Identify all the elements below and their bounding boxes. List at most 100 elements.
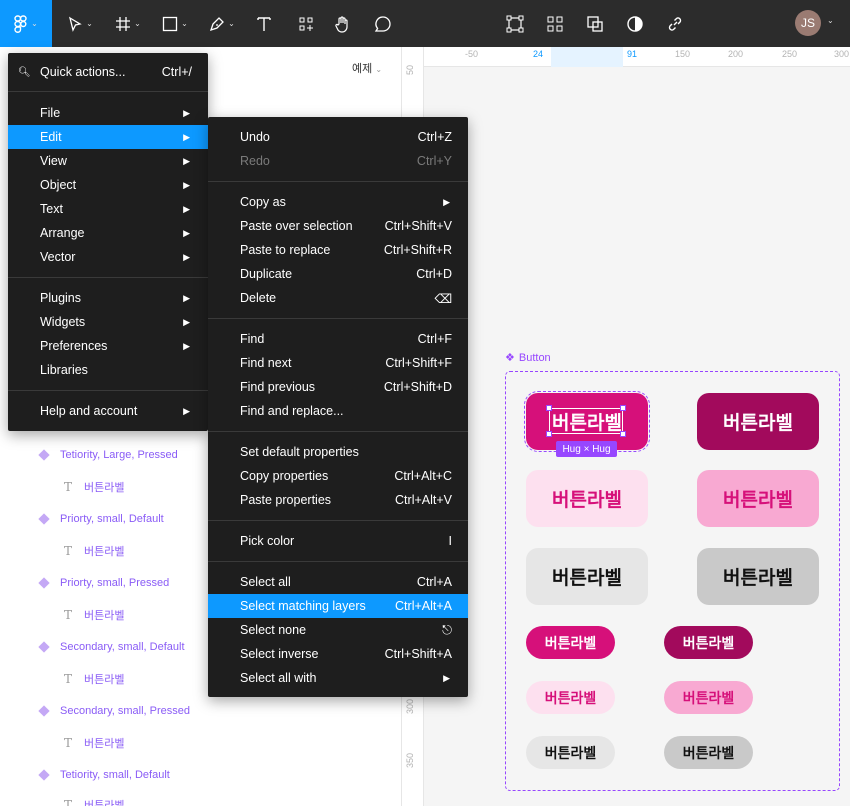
resize-handle[interactable] [546,405,552,411]
chevron-right-icon: ▶ [183,227,190,238]
menu-item-file[interactable]: File ▶ [8,101,208,125]
menu-item-widgets[interactable]: Widgets ▶ [8,310,208,334]
button-label: 버튼라벨 [544,635,597,652]
link-button[interactable] [663,0,687,47]
chevron-down-icon[interactable]: ⌄ [827,16,834,25]
menu-item-shortcut: Ctrl+Alt+V [395,493,452,507]
menu-item-label: Copy properties [240,469,329,483]
menu-item-find-previous[interactable]: Find previous Ctrl+Shift+D [208,375,468,399]
layer-row-component[interactable]: Tetiority, small, Default [38,765,170,785]
text-tool-button[interactable] [252,0,276,47]
button-tertiary-small-pressed[interactable]: 버튼라벨 [664,736,753,769]
menu-item-copy-as[interactable]: Copy as ▶ [208,190,468,214]
resize-handle[interactable] [620,431,626,437]
menu-item-shortcut: Ctrl+A [416,575,452,589]
button-tertiary-small-default[interactable]: 버튼라벨 [526,736,615,769]
chevron-right-icon: ▶ [183,131,190,142]
layer-label: 버튼라벨 [84,610,125,622]
button-primary-small-default[interactable]: 버튼라벨 [526,626,615,659]
menu-item-label: Widgets [40,315,86,329]
menu-item-text[interactable]: Text ▶ [8,197,208,221]
menu-item-undo[interactable]: Undo Ctrl+Z [208,125,468,149]
resources-button[interactable] [294,0,318,47]
mask-button[interactable] [583,0,607,47]
menu-item-preferences[interactable]: Preferences ▶ [8,334,208,358]
menu-item-set-default-properties[interactable]: Set default properties [208,440,468,464]
menu-item-select-inverse[interactable]: Select inverse Ctrl+Shift+A [208,642,468,666]
menu-item-plugins[interactable]: Plugins ▶ [8,286,208,310]
quick-actions-item[interactable]: 🔍︎ Quick actions... Ctrl+/ [8,60,208,84]
backspace-icon: ⌫ [434,291,452,306]
menu-item-select-all[interactable]: Select all Ctrl+A [208,570,468,594]
menu-item-edit[interactable]: Edit ▶ [8,125,208,149]
chevron-right-icon: ▶ [183,251,190,262]
menu-item-redo[interactable]: Redo Ctrl+Y [208,149,468,173]
menu-item-shortcut: Ctrl+F [417,332,452,346]
menu-item-find-next[interactable]: Find next Ctrl+Shift+F [208,351,468,375]
layer-row-component[interactable]: Secondary, small, Pressed [38,701,190,721]
escape-icon: ⎋ [442,622,452,637]
button-primary-large-pressed[interactable]: 버튼라벨 [697,393,819,450]
resize-handle[interactable] [546,431,552,437]
menu-item-vector[interactable]: Vector ▶ [8,245,208,269]
frame-tool-button[interactable]: ⌄ [108,0,148,47]
menu-item-libraries[interactable]: Libraries [8,358,208,382]
shape-tool-button[interactable]: ⌄ [155,0,195,47]
avatar[interactable]: JS [795,10,821,36]
menu-item-label: Libraries [40,363,88,377]
menu-item-pick-color[interactable]: Pick color I [208,529,468,553]
boolean-button[interactable] [623,0,647,47]
menu-item-select-none[interactable]: Select none ⎋ [208,618,468,642]
button-tertiary-large-default[interactable]: 버튼라벨 [526,548,648,605]
resize-button[interactable] [503,0,527,47]
layer-row-text[interactable]: T 버튼라벨 [64,669,125,689]
main-menu-button[interactable]: ⌄ [0,0,52,47]
button-tertiary-large-pressed[interactable]: 버튼라벨 [697,548,819,605]
contrast-icon [627,15,643,32]
menu-item-find[interactable]: Find Ctrl+F [208,327,468,351]
menu-item-select-matching-layers[interactable]: Select matching layers Ctrl+Alt+A [208,594,468,618]
layer-row-text[interactable]: T 버튼라벨 [64,605,125,625]
menu-item-paste-to-replace[interactable]: Paste to replace Ctrl+Shift+R [208,238,468,262]
component-set-label[interactable]: ❖ Button [505,351,551,365]
component-icon [547,16,563,31]
button-secondary-small-pressed[interactable]: 버튼라벨 [664,681,753,714]
button-primary-small-pressed[interactable]: 버튼라벨 [664,626,753,659]
button-secondary-large-default[interactable]: 버튼라벨 [526,470,648,527]
button-secondary-small-default[interactable]: 버튼라벨 [526,681,615,714]
menu-item-object[interactable]: Object ▶ [8,173,208,197]
layer-row-component[interactable]: Tetiority, Large, Pressed [38,445,178,465]
menu-separator [208,181,468,182]
comment-tool-button[interactable] [371,0,395,47]
move-tool-button[interactable]: ⌄ [60,0,100,47]
resize-handle[interactable] [620,405,626,411]
menu-item-label: Select matching layers [240,599,366,613]
menu-item-paste-properties[interactable]: Paste properties Ctrl+Alt+V [208,488,468,512]
layer-row-text[interactable]: T 버튼라벨 [64,541,125,561]
layer-row-component[interactable]: Secondary, small, Default [38,637,185,657]
chevron-right-icon: ▶ [183,405,190,416]
layer-row-text[interactable]: T 버튼라벨 [64,477,125,497]
layer-row-text[interactable]: T 버튼라벨 [64,733,125,753]
chevron-down-icon: ⌄ [86,19,93,28]
pen-tool-button[interactable]: ⌄ [202,0,242,47]
menu-item-duplicate[interactable]: Duplicate Ctrl+D [208,262,468,286]
menu-item-label: Paste over selection [240,219,353,233]
menu-item-copy-properties[interactable]: Copy properties Ctrl+Alt+C [208,464,468,488]
menu-item-delete[interactable]: Delete ⌫ [208,286,468,310]
button-secondary-large-pressed[interactable]: 버튼라벨 [697,470,819,527]
menu-item-label: Text [40,202,63,216]
menu-item-find-and-replace[interactable]: Find and replace... [208,399,468,423]
menu-item-paste-over-selection[interactable]: Paste over selection Ctrl+Shift+V [208,214,468,238]
menu-item-view[interactable]: View ▶ [8,149,208,173]
layer-row-text[interactable]: T 버튼라벨 [64,795,125,806]
menu-item-arrange[interactable]: Arrange ▶ [8,221,208,245]
create-component-button[interactable] [543,0,567,47]
layer-row-component[interactable]: Priorty, small, Pressed [38,573,169,593]
menu-item-select-all-with[interactable]: Select all with ▶ [208,666,468,690]
layer-row-component[interactable]: Priorty, small, Default [38,509,164,529]
button-label: 버튼라벨 [723,489,793,511]
menu-item-help[interactable]: Help and account ▶ [8,399,208,423]
hand-tool-button[interactable] [331,0,355,47]
page-selector[interactable]: 예제 ⌄ [352,60,382,76]
